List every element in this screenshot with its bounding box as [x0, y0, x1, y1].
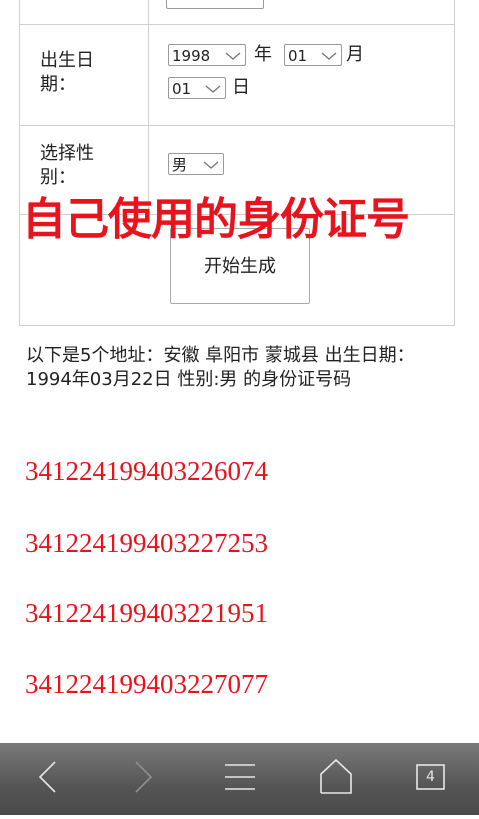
- year-unit: 年: [254, 44, 272, 65]
- id-number: 341224199403226074: [25, 456, 268, 486]
- chevron-down-icon: [224, 45, 242, 75]
- gender-value: 男: [172, 156, 188, 174]
- birth-year-value: 1998: [172, 47, 211, 65]
- tab-count: 4: [426, 769, 435, 785]
- day-unit: 日: [232, 77, 250, 98]
- month-unit: 月: [346, 44, 364, 65]
- address-select[interactable]: [166, 0, 264, 9]
- birth-date-label: 出生日期：: [40, 50, 94, 95]
- result-intro: 以下是5个地址：安徽 阜阳市 蒙城县 出生日期：1994年03月22日 性别:男…: [26, 345, 415, 390]
- forward-arrow-icon: [135, 761, 153, 793]
- birth-day-value: 01: [172, 80, 192, 98]
- row-divider: [20, 24, 454, 25]
- home-button[interactable]: [288, 743, 384, 815]
- row-divider: [20, 125, 454, 126]
- birth-year-select[interactable]: 1998: [168, 44, 246, 66]
- back-button[interactable]: [0, 743, 96, 815]
- chevron-down-icon: [320, 45, 338, 75]
- chevron-down-icon: [202, 154, 220, 184]
- gender-label: 选择性别：: [40, 143, 94, 188]
- menu-icon: [225, 764, 255, 790]
- browser-nav-bar: 4: [0, 743, 479, 815]
- birth-month-select[interactable]: 01: [284, 44, 342, 66]
- chevron-down-icon: [204, 78, 222, 108]
- tabs-button[interactable]: 4: [383, 743, 479, 815]
- id-number: 341224199403221951: [25, 598, 268, 628]
- id-number: 341224199403227077: [25, 669, 268, 699]
- generator-form: 出生日期： 1998 年 01 月 01 日 选择性别： 男 开始生成: [19, 0, 455, 326]
- birth-month-value: 01: [288, 47, 308, 65]
- menu-button[interactable]: [192, 743, 288, 815]
- birth-day-select[interactable]: 01: [168, 77, 226, 99]
- column-divider: [148, 0, 149, 215]
- forward-button[interactable]: [96, 743, 192, 815]
- id-number: 341224199403227253: [25, 528, 268, 558]
- back-arrow-icon: [38, 761, 56, 793]
- gender-select[interactable]: 男: [168, 153, 224, 175]
- watermark-overlay: 自己使用的身份证号: [22, 194, 410, 245]
- home-icon: [320, 758, 352, 794]
